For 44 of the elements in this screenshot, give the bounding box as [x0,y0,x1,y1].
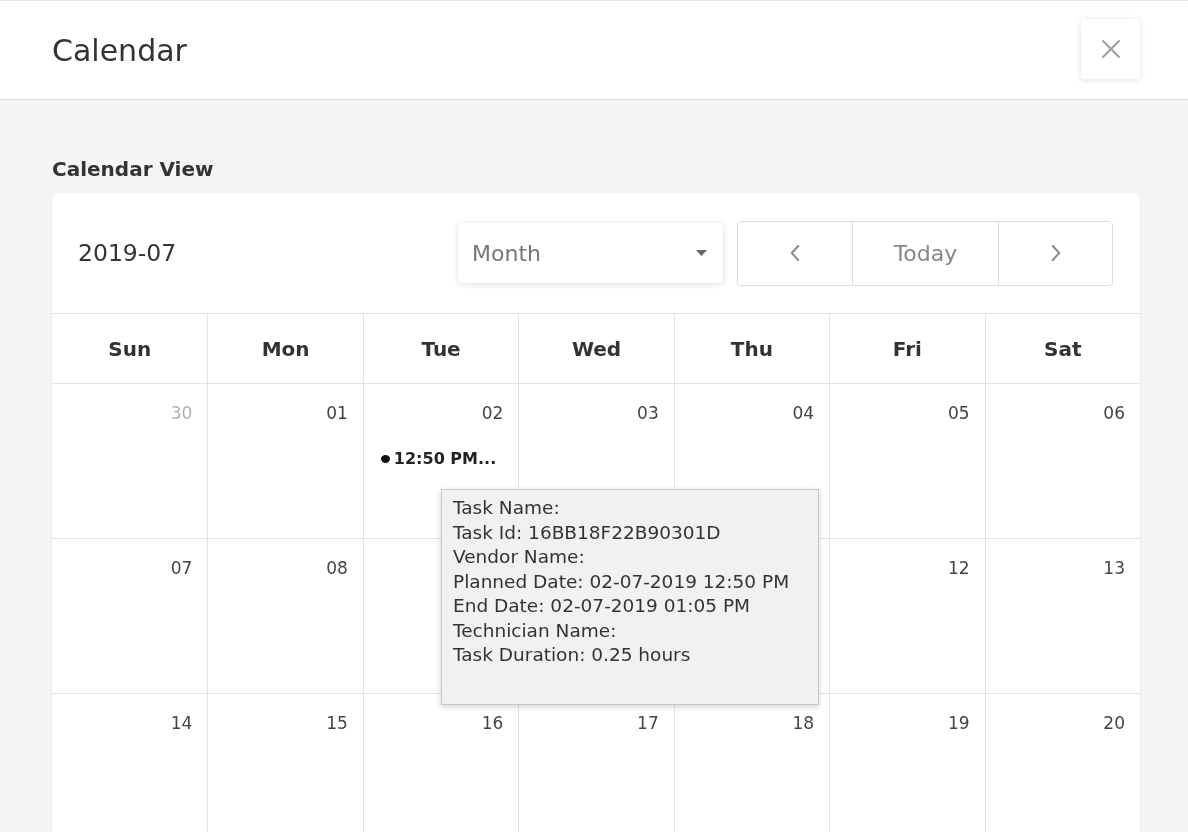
day-number: 18 [792,713,815,733]
day-number: 15 [326,713,348,733]
next-button[interactable] [998,221,1112,285]
day-number: 19 [947,713,970,733]
close-icon [1101,40,1120,58]
task-detail-line: Task Name: [453,496,560,520]
weekday-header: Tue [362,314,519,383]
day-number: 01 [326,403,348,423]
task-detail-line: Task Id: 16BB18F22B90301D [453,520,721,545]
day-number: 13 [1103,558,1125,578]
day-number: 07 [170,558,193,578]
calendar-event[interactable]: 12:50 PM... [380,449,497,468]
weekday-header: Thu [673,314,830,383]
task-detail-line: Vendor Name: [453,545,585,569]
weekday-header: Sat [984,314,1140,383]
weekday-header: Fri [829,314,985,383]
close-button[interactable] [1081,19,1140,79]
section-label: Calendar View [52,157,214,181]
chevron-right-icon [1050,245,1061,261]
task-detail-line: End Date: 02-07-2019 01:05 PM [453,594,751,618]
task-detail-line: Task Duration: 0.25 hours [453,643,691,667]
day-number: 06 [1103,403,1125,423]
chevron-left-icon [790,245,800,261]
task-detail-line: Planned Date: 02-07-2019 12:50 PM [453,569,790,594]
view-select[interactable]: Month [458,223,723,283]
day-number: 04 [792,403,815,423]
day-number: 17 [637,713,659,733]
day-number: 02 [481,403,504,423]
day-number: 14 [170,713,193,733]
day-number: 30 [170,403,193,423]
weekday-header: Mon [207,314,363,383]
day-number: 03 [637,403,659,423]
event-dot-icon [380,454,390,463]
day-number: 12 [947,558,970,578]
day-number: 05 [947,403,970,423]
day-number: 16 [481,713,504,733]
caret-icon [696,250,707,256]
modal-title: Calendar [52,32,187,68]
weekday-header: Wed [518,314,674,383]
day-number: 08 [326,558,348,578]
day-number: 20 [1103,713,1125,733]
current-period: 2019-07 [78,239,177,267]
weekday-header: Sun [107,335,153,363]
task-detail-line: Technician Name: [453,618,617,643]
